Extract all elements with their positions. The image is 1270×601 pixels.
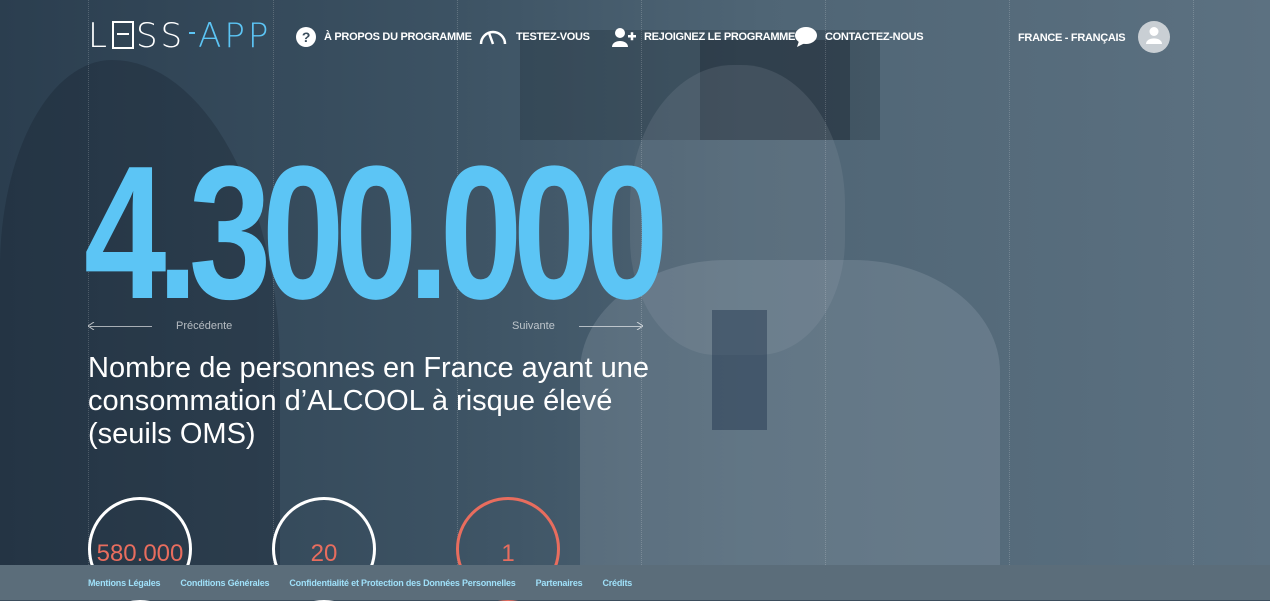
statistic-description: Nombre de personnes en France ayant une … (88, 352, 650, 450)
footer-link-mentions[interactable]: Mentions Légales (88, 578, 161, 588)
statistic-number: 4.300.000 (84, 127, 668, 339)
nav-contact[interactable]: CONTACTEZ-NOUS (795, 26, 924, 48)
gauge-icon (478, 28, 508, 46)
logo-box-glyph (111, 21, 134, 49)
prev-label: Précédente (176, 320, 233, 332)
nav-about[interactable]: ? À PROPOS DU PROGRAMME (296, 26, 472, 48)
nav-test-label: TESTEZ-VOUS (516, 31, 590, 43)
user-icon (1145, 26, 1163, 49)
next-button[interactable]: Suivante (512, 320, 643, 332)
footer-link-credits[interactable]: Crédits (602, 578, 632, 588)
speech-bubble-icon (795, 27, 817, 47)
prev-button[interactable]: Précédente (88, 320, 232, 332)
header: L SS APP ? À PROPOS DU PROGRAMME TESTEZ-VO… (0, 0, 1270, 75)
user-avatar[interactable] (1138, 21, 1170, 53)
svg-text:?: ? (302, 29, 310, 45)
footer-link-privacy[interactable]: Confidentialité et Protection des Donnée… (289, 578, 515, 588)
logo-accent-glyph (189, 31, 196, 34)
nav-about-label: À PROPOS DU PROGRAMME (324, 31, 472, 43)
nav-contact-label: CONTACTEZ-NOUS (825, 31, 924, 43)
question-circle-icon: ? (296, 27, 316, 47)
next-label: Suivante (512, 320, 555, 332)
footer: Mentions Légales Conditions Générales Co… (0, 565, 1270, 600)
user-plus-icon (612, 27, 636, 47)
language-selector[interactable]: FRANCE - FRANÇAIS (1018, 32, 1126, 44)
nav-test[interactable]: TESTEZ-VOUS (478, 26, 590, 48)
nav-join[interactable]: REJOIGNEZ LE PROGRAMME (612, 26, 795, 48)
nav-join-label: REJOIGNEZ LE PROGRAMME (644, 31, 796, 43)
footer-link-conditions[interactable]: Conditions Générales (180, 578, 269, 588)
arrow-right-icon (578, 322, 643, 330)
footer-link-partners[interactable]: Partenaires (536, 578, 583, 588)
logo[interactable]: L SS APP (88, 16, 271, 56)
arrow-left-icon (88, 322, 152, 330)
